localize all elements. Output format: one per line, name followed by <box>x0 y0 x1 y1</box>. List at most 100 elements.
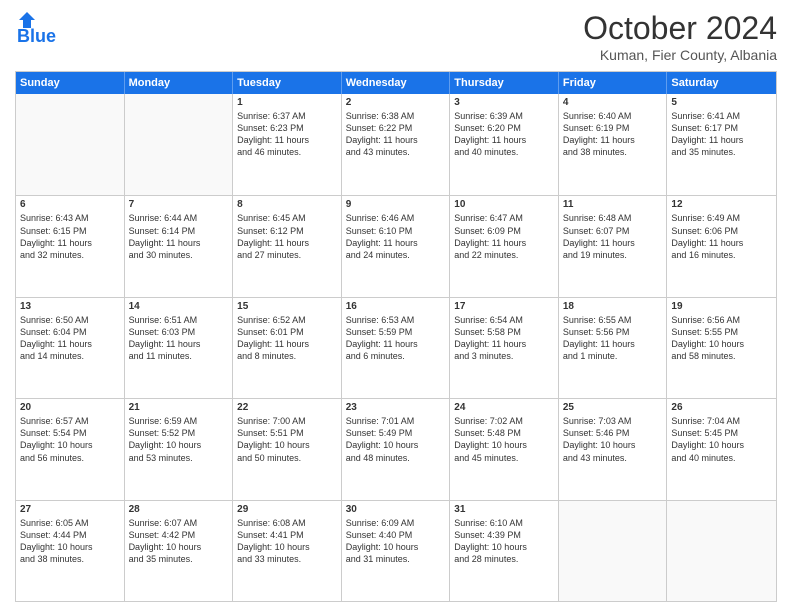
cal-cell-19: 19Sunrise: 6:56 AMSunset: 5:55 PMDayligh… <box>667 298 776 398</box>
cell-line: Sunset: 5:51 PM <box>237 427 337 439</box>
cell-line: Sunset: 6:22 PM <box>346 122 446 134</box>
header-day-monday: Monday <box>125 72 234 94</box>
cell-line: Daylight: 11 hours <box>671 237 772 249</box>
cal-cell-empty-4-5 <box>559 501 668 601</box>
cell-line: Sunset: 5:58 PM <box>454 326 554 338</box>
location: Kuman, Fier County, Albania <box>583 47 777 63</box>
cell-line: Sunrise: 7:00 AM <box>237 415 337 427</box>
cell-line: and 38 minutes. <box>20 553 120 565</box>
cal-cell-4: 4Sunrise: 6:40 AMSunset: 6:19 PMDaylight… <box>559 94 668 195</box>
header-day-saturday: Saturday <box>667 72 776 94</box>
day-number: 21 <box>129 402 229 413</box>
cell-line: and 58 minutes. <box>671 350 772 362</box>
cal-cell-18: 18Sunrise: 6:55 AMSunset: 5:56 PMDayligh… <box>559 298 668 398</box>
cell-line: Sunrise: 6:09 AM <box>346 517 446 529</box>
cell-line: Daylight: 10 hours <box>20 439 120 451</box>
cell-line: Sunrise: 6:08 AM <box>237 517 337 529</box>
cal-cell-14: 14Sunrise: 6:51 AMSunset: 6:03 PMDayligh… <box>125 298 234 398</box>
cell-line: Daylight: 11 hours <box>237 338 337 350</box>
cell-line: and 56 minutes. <box>20 452 120 464</box>
cell-line: Sunrise: 6:38 AM <box>346 110 446 122</box>
cell-line: and 11 minutes. <box>129 350 229 362</box>
cell-line: Daylight: 11 hours <box>237 237 337 249</box>
cell-line: Daylight: 11 hours <box>454 134 554 146</box>
day-number: 13 <box>20 301 120 312</box>
cell-line: and 6 minutes. <box>346 350 446 362</box>
cell-line: Sunrise: 7:03 AM <box>563 415 663 427</box>
cell-line: Sunset: 6:15 PM <box>20 225 120 237</box>
cell-line: Sunset: 6:12 PM <box>237 225 337 237</box>
cell-line: and 30 minutes. <box>129 249 229 261</box>
cell-line: Sunset: 6:19 PM <box>563 122 663 134</box>
day-number: 9 <box>346 199 446 210</box>
day-number: 31 <box>454 504 554 515</box>
day-number: 26 <box>671 402 772 413</box>
cell-line: Sunset: 6:23 PM <box>237 122 337 134</box>
cell-line: Sunrise: 7:01 AM <box>346 415 446 427</box>
cell-line: Sunset: 5:45 PM <box>671 427 772 439</box>
cal-cell-17: 17Sunrise: 6:54 AMSunset: 5:58 PMDayligh… <box>450 298 559 398</box>
cell-line: Daylight: 11 hours <box>346 338 446 350</box>
day-number: 7 <box>129 199 229 210</box>
cal-cell-2: 2Sunrise: 6:38 AMSunset: 6:22 PMDaylight… <box>342 94 451 195</box>
day-number: 20 <box>20 402 120 413</box>
day-number: 17 <box>454 301 554 312</box>
cell-line: Sunset: 4:39 PM <box>454 529 554 541</box>
cell-line: Sunrise: 6:39 AM <box>454 110 554 122</box>
cal-cell-28: 28Sunrise: 6:07 AMSunset: 4:42 PMDayligh… <box>125 501 234 601</box>
cell-line: Daylight: 10 hours <box>671 439 772 451</box>
day-number: 3 <box>454 97 554 108</box>
cell-line: and 35 minutes. <box>671 146 772 158</box>
day-number: 28 <box>129 504 229 515</box>
cal-cell-7: 7Sunrise: 6:44 AMSunset: 6:14 PMDaylight… <box>125 196 234 296</box>
day-number: 16 <box>346 301 446 312</box>
cell-line: and 31 minutes. <box>346 553 446 565</box>
cell-line: Daylight: 11 hours <box>129 338 229 350</box>
cell-line: Daylight: 10 hours <box>129 439 229 451</box>
cal-cell-empty-0-0 <box>16 94 125 195</box>
cell-line: Sunset: 5:54 PM <box>20 427 120 439</box>
cell-line: Daylight: 10 hours <box>454 439 554 451</box>
day-number: 30 <box>346 504 446 515</box>
cal-cell-29: 29Sunrise: 6:08 AMSunset: 4:41 PMDayligh… <box>233 501 342 601</box>
cell-line: Daylight: 10 hours <box>237 439 337 451</box>
cell-line: Sunset: 6:20 PM <box>454 122 554 134</box>
cell-line: Daylight: 11 hours <box>671 134 772 146</box>
cell-line: Sunrise: 6:44 AM <box>129 212 229 224</box>
cell-line: Sunrise: 6:48 AM <box>563 212 663 224</box>
cal-cell-23: 23Sunrise: 7:01 AMSunset: 5:49 PMDayligh… <box>342 399 451 499</box>
cal-cell-11: 11Sunrise: 6:48 AMSunset: 6:07 PMDayligh… <box>559 196 668 296</box>
cell-line: Daylight: 11 hours <box>129 237 229 249</box>
cell-line: Sunset: 6:07 PM <box>563 225 663 237</box>
day-number: 23 <box>346 402 446 413</box>
day-number: 27 <box>20 504 120 515</box>
day-number: 11 <box>563 199 663 210</box>
cell-line: and 45 minutes. <box>454 452 554 464</box>
cal-cell-15: 15Sunrise: 6:52 AMSunset: 6:01 PMDayligh… <box>233 298 342 398</box>
week-row-0: 1Sunrise: 6:37 AMSunset: 6:23 PMDaylight… <box>16 94 776 195</box>
logo-blue: Blue <box>17 26 56 47</box>
cell-line: and 35 minutes. <box>129 553 229 565</box>
day-number: 19 <box>671 301 772 312</box>
day-number: 14 <box>129 301 229 312</box>
cell-line: Sunset: 6:03 PM <box>129 326 229 338</box>
cal-cell-25: 25Sunrise: 7:03 AMSunset: 5:46 PMDayligh… <box>559 399 668 499</box>
cell-line: and 19 minutes. <box>563 249 663 261</box>
cal-cell-10: 10Sunrise: 6:47 AMSunset: 6:09 PMDayligh… <box>450 196 559 296</box>
cal-cell-16: 16Sunrise: 6:53 AMSunset: 5:59 PMDayligh… <box>342 298 451 398</box>
cell-line: Sunrise: 6:52 AM <box>237 314 337 326</box>
cell-line: Sunrise: 6:59 AM <box>129 415 229 427</box>
week-row-4: 27Sunrise: 6:05 AMSunset: 4:44 PMDayligh… <box>16 500 776 601</box>
week-row-2: 13Sunrise: 6:50 AMSunset: 6:04 PMDayligh… <box>16 297 776 398</box>
day-number: 25 <box>563 402 663 413</box>
cell-line: Sunset: 6:09 PM <box>454 225 554 237</box>
cell-line: Sunrise: 6:54 AM <box>454 314 554 326</box>
calendar: SundayMondayTuesdayWednesdayThursdayFrid… <box>15 71 777 602</box>
cal-cell-5: 5Sunrise: 6:41 AMSunset: 6:17 PMDaylight… <box>667 94 776 195</box>
cell-line: Sunrise: 6:49 AM <box>671 212 772 224</box>
cell-line: Sunset: 5:48 PM <box>454 427 554 439</box>
cell-line: Sunrise: 6:45 AM <box>237 212 337 224</box>
header: Blue October 2024 Kuman, Fier County, Al… <box>15 10 777 63</box>
cell-line: Sunset: 6:17 PM <box>671 122 772 134</box>
day-number: 24 <box>454 402 554 413</box>
